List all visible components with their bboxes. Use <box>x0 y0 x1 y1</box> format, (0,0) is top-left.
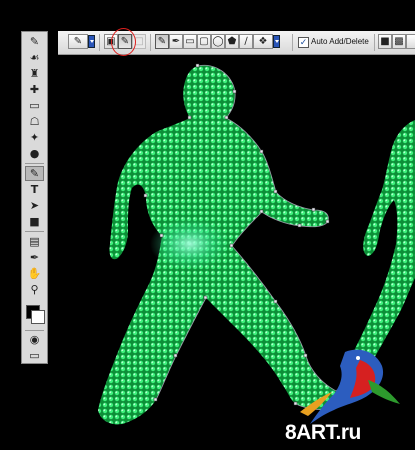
path-selection-icon[interactable]: ➤ <box>25 198 44 213</box>
notes-tool-icon[interactable]: ▤ <box>25 234 44 249</box>
hand-tool-icon[interactable]: ✋ <box>25 266 44 281</box>
toolbox-separator <box>25 163 44 164</box>
freeform-pen-icon[interactable]: ✒ <box>169 34 183 49</box>
rectangle-shape-icon[interactable]: ■ <box>25 214 44 229</box>
type-tool-icon[interactable]: T <box>25 182 44 197</box>
eraser-tool-icon[interactable]: ▭ <box>25 98 44 113</box>
zoom-tool-icon[interactable]: ⚲ <box>25 282 44 297</box>
watermark-text: 8ART.ru <box>285 421 361 444</box>
blur-tool-icon[interactable]: ✦ <box>25 130 44 145</box>
auto-add-delete-checkbox[interactable]: ✓ <box>298 37 309 48</box>
line-tool-icon[interactable]: ∕ <box>239 34 253 49</box>
custom-shape-icon[interactable]: ❖ <box>253 34 273 49</box>
path-combine-add-icon[interactable]: ■ <box>378 34 392 49</box>
rounded-rectangle-icon[interactable]: ▢ <box>197 34 211 49</box>
eyedropper-icon[interactable]: ✒ <box>25 250 44 265</box>
rectangle-tool-icon[interactable]: ▭ <box>183 34 197 49</box>
pen-tool-icon[interactable]: ✎ <box>25 166 44 181</box>
dodge-tool-icon[interactable]: ● <box>25 146 44 161</box>
path-combine-subtract-icon[interactable]: ▩ <box>392 34 406 49</box>
options-separator <box>150 34 151 51</box>
ellipse-tool-icon[interactable]: ◯ <box>211 34 225 49</box>
geometry-options-dropdown-icon[interactable] <box>273 35 280 48</box>
paint-bucket-icon[interactable]: ☖ <box>25 114 44 129</box>
pen-tool-icon[interactable]: ✎ <box>155 34 169 49</box>
healing-brush-icon[interactable]: ✚ <box>25 82 44 97</box>
pen-preset-icon[interactable]: ✎ <box>68 34 88 49</box>
brush-tool-icon[interactable]: ✎ <box>25 34 44 49</box>
photo-canvas[interactable] <box>0 0 415 450</box>
toolbox: ✎ ☙ ♜ ✚ ▭ ☖ ✦ ● ✎ T ➤ ■ ▤ ✒ ✋ ⚲ ◉ ▭ <box>21 31 48 364</box>
options-separator <box>292 34 293 51</box>
history-brush-icon[interactable]: ☙ <box>25 50 44 65</box>
options-separator <box>374 34 375 51</box>
polygon-tool-icon[interactable]: ⬟ <box>225 34 239 49</box>
background-color-swatch[interactable] <box>31 310 45 324</box>
screen-mode-icon[interactable]: ▭ <box>25 348 44 363</box>
toolbox-separator <box>25 330 44 331</box>
highlight-circle <box>111 28 136 56</box>
clone-stamp-icon[interactable]: ♜ <box>25 66 44 81</box>
preset-dropdown-icon[interactable] <box>88 35 95 48</box>
auto-add-delete-label: Auto Add/Delete <box>311 37 369 46</box>
path-combine-intersect-icon[interactable] <box>406 34 415 49</box>
options-separator <box>99 34 100 51</box>
quick-mask-icon[interactable]: ◉ <box>25 332 44 347</box>
toolbox-separator <box>25 231 44 232</box>
